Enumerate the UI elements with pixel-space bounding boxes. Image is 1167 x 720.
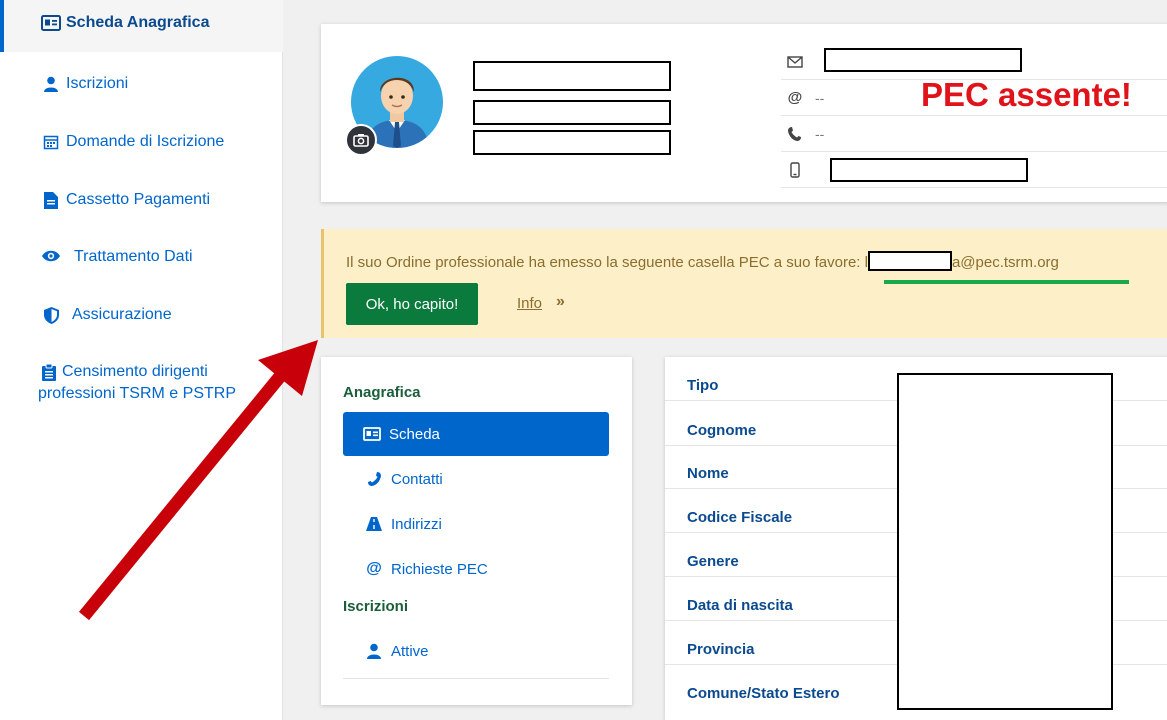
detail-card: Tipo Cognome Nome Codice Fiscale Genere … [665,357,1167,720]
sidebar-item-label: Scheda Anagrafica [66,14,210,31]
nav-item-indirizzi[interactable]: Indirizzi [343,502,609,546]
pec-absent-annotation: PEC assente! [921,76,1132,113]
section-nav: Anagrafica Scheda Contatti Indirizzi @ R… [321,357,632,705]
road-icon [363,517,385,531]
contact-mobile [781,152,1167,188]
sidebar-item-label: Domande di Iscrizione [66,133,225,150]
sidebar: Scheda Anagrafica Iscrizioni Domande di … [0,0,283,720]
nav-header-iscrizioni: Iscrizioni [343,598,409,615]
id-card-icon [36,12,66,31]
document-icon [36,189,66,209]
highlight-underline [884,280,1129,284]
sidebar-item-iscrizioni[interactable]: Iscrizioni [0,73,283,95]
sidebar-item-label: Cassetto Pagamenti [66,191,211,208]
redacted-email [824,48,1022,72]
nav-item-richieste-pec[interactable]: @ Richieste PEC [343,547,609,591]
redacted-pec-part [867,251,952,271]
phone-icon [781,126,809,142]
id-card-icon [361,427,383,441]
phone-icon [363,471,385,487]
contact-list: @ -- -- [781,44,1167,188]
eye-icon [36,246,66,263]
redacted-name [473,61,671,91]
sidebar-item-domande-iscrizione[interactable]: Domande di Iscrizione [0,131,283,153]
redacted-field [473,130,671,155]
sidebar-item-cassetto-pagamenti[interactable]: Cassetto Pagamenti [0,189,283,211]
ok-understood-button[interactable]: Ok, ho capito! [346,283,478,325]
redacted-field [473,100,671,125]
calendar-icon [36,131,66,150]
change-photo-button[interactable] [345,124,377,156]
contact-phone: -- [781,116,1167,152]
banner-message: Il suo Ordine professionale ha emesso la… [346,251,1059,271]
nav-divider [343,678,609,679]
sidebar-item-scheda-anagrafica[interactable]: Scheda Anagrafica [0,0,283,52]
sidebar-item-trattamento-dati[interactable]: Trattamento Dati [0,246,283,268]
user-icon [363,643,385,659]
user-icon [36,73,66,92]
info-link[interactable]: Info [517,295,542,312]
nav-item-attive[interactable]: Attive [343,629,609,673]
shield-icon [36,304,66,324]
sidebar-item-label: Assicurazione [72,306,172,323]
nav-header-anagrafica: Anagrafica [343,384,421,401]
nav-item-contatti[interactable]: Contatti [343,457,609,501]
sidebar-item-label: Censimento dirigenti professioni TSRM e … [38,363,236,402]
sidebar-item-assicurazione[interactable]: Assicurazione [0,304,283,326]
mobile-icon [781,161,809,178]
at-icon: @ [366,560,382,577]
redacted-details [897,373,1113,710]
envelope-icon [781,55,809,68]
profile-card: @ -- -- PEC assente! [321,24,1167,202]
sidebar-item-censimento[interactable]: Censimento dirigenti professioni TSRM e … [0,361,283,405]
at-icon: @ [787,89,803,106]
redacted-mobile [830,158,1028,182]
pec-alert-banner: Il suo Ordine professionale ha emesso la… [321,229,1167,338]
sidebar-item-label: Iscrizioni [66,75,129,92]
chevron-double-right-icon: » [556,293,565,310]
contact-email [781,44,1167,80]
camera-icon [353,134,369,147]
sidebar-item-label: Trattamento Dati [74,248,193,265]
nav-item-scheda[interactable]: Scheda [343,412,609,456]
